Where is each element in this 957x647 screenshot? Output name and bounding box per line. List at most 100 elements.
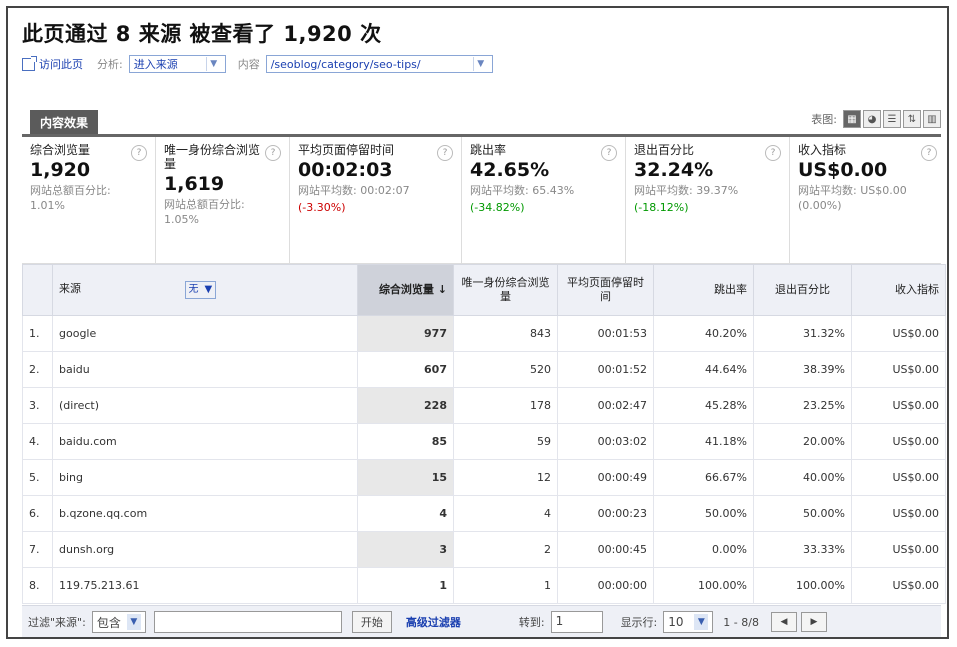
help-icon[interactable]: ? [765,145,781,161]
pageviews-cell: 4 [357,495,454,532]
table-row[interactable]: 8. 119.75.213.61 1 1 00:00:00 100.00% 100.00% U… [22,567,946,604]
filter-input[interactable] [153,611,342,633]
tab-content-performance[interactable]: 内容效果 [30,110,99,134]
filter-mode-select[interactable]: 包含 ▼ [91,611,146,633]
source-cell[interactable]: baidu [52,351,358,388]
filter-go-button[interactable]: 开始 [351,611,392,633]
source-cell[interactable]: (direct) [52,387,358,424]
metric-label: 跳出率 [470,143,507,157]
avg-time-cell: 00:03:02 [557,423,654,460]
metric-delta: (-3.30%) [298,201,346,214]
metric-sub: 网站平均数: 00:02:07 [298,184,410,197]
metric-delta: (-34.82%) [470,201,525,214]
bounce-cell: 100.00% [653,567,754,604]
metric-value: 1,920 [30,159,91,181]
table-row[interactable]: 3. (direct) 228 178 00:02:47 45.28% 23.25% US$0… [22,387,946,424]
help-icon[interactable]: ? [601,145,617,161]
report-frame: 此页通过 8 来源 被查看了 1,920 次 访问此页 分析: 进入来源 ▼ 内… [6,6,949,639]
exit-cell: 38.39% [753,351,852,388]
table-row[interactable]: 1. google 977 843 00:01:53 40.20% 31.32% US$0.0… [22,315,946,352]
avg-time-cell: 00:00:49 [557,459,654,496]
revenue-cell: US$0.00 [851,315,946,352]
pie-view-icon[interactable]: ◕ [863,110,881,128]
unique-cell: 520 [453,351,558,388]
bounce-cell: 66.67% [653,459,754,496]
content-value: /seoblog/category/seo-tips/ [270,57,421,71]
analyze-select[interactable]: 进入来源 ▼ [128,55,226,73]
pivot-view-icon[interactable]: ▥ [923,110,941,128]
pageviews-cell: 85 [357,423,454,460]
secondary-dimension-select[interactable]: 无 ▼ [184,281,217,299]
prev-page-icon[interactable]: ◀ [770,612,797,632]
goto-label: 转到: [518,616,545,629]
content-select[interactable]: /seoblog/category/seo-tips/ ▼ [265,55,493,73]
bounce-cell: 0.00% [653,531,754,568]
next-page-icon[interactable]: ▶ [800,612,827,632]
metric-sub: 网站平均数: 39.37% [634,184,739,197]
visit-page-link[interactable]: 访问此页 [39,56,83,72]
metric-pageviews: 综合浏览量 ? 1,920 网站总额百分比: 1.01% [22,137,156,263]
col-bounce[interactable]: 跳出率 [653,264,754,316]
range-text: 1 - 8/8 [723,615,759,629]
unique-cell: 4 [453,495,558,532]
chevron-down-icon: ▼ [694,614,709,630]
help-icon[interactable]: ? [437,145,453,161]
source-cell[interactable]: bing [52,459,358,496]
col-source[interactable]: 来源 无 ▼ [52,264,358,316]
filter-mode-value: 包含 [96,615,121,630]
source-cell[interactable]: google [52,315,358,352]
unique-cell: 2 [453,531,558,568]
metric-sub: 网站总额百分比: 1.05% [164,198,245,226]
col-avg-time[interactable]: 平均页面停留时间 [557,264,654,316]
metric-sub: 网站平均数: 65.43% [470,184,575,197]
avg-time-cell: 00:01:53 [557,315,654,352]
filter-label: 过滤"来源": [28,616,86,629]
bar-view-icon[interactable]: ☰ [883,110,901,128]
col-revenue[interactable]: 收入指标 [851,264,946,316]
table-footer: 过滤"来源": 包含 ▼ 开始 高级过滤器 转到: 1 显示行: 10 ▼ 1 … [22,605,941,637]
source-cell[interactable]: dunsh.org [52,531,358,568]
bounce-cell: 44.64% [653,351,754,388]
chevron-down-icon: ▼ [204,284,213,295]
table-row[interactable]: 6. b.qzone.qq.com 4 4 00:00:23 50.00% 50.00% US… [22,495,946,532]
col-exit[interactable]: 退出百分比 [753,264,852,316]
revenue-cell: US$0.00 [851,387,946,424]
col-index [22,264,53,316]
bounce-cell: 50.00% [653,495,754,532]
table-row[interactable]: 5. bing 15 12 00:00:49 66.67% 40.00% US$0.00 [22,459,946,496]
pageviews-cell: 15 [357,459,454,496]
col-pageviews[interactable]: 综合浏览量 ↓ [357,264,454,316]
table-row[interactable]: 7. dunsh.org 3 2 00:00:45 0.00% 33.33% US$0.00 [22,531,946,568]
sort-down-icon: ↓ [437,283,447,296]
compare-view-icon[interactable]: ⇅ [903,110,921,128]
analyze-label: 分析: [97,58,123,71]
avg-time-cell: 00:00:23 [557,495,654,532]
row-index: 8. [22,567,53,604]
bounce-cell: 40.20% [653,315,754,352]
secondary-dimension-value: 无 [188,284,199,295]
revenue-cell: US$0.00 [851,351,946,388]
help-icon[interactable]: ? [131,145,147,161]
table-view-icon[interactable]: ▦ [843,110,861,128]
rows-label: 显示行: [620,616,658,629]
unique-cell: 178 [453,387,558,424]
revenue-cell: US$0.00 [851,459,946,496]
metric-avg-time: 平均页面停留时间 ? 00:02:03 网站平均数: 00:02:07 (-3.… [290,137,462,263]
source-cell[interactable]: b.qzone.qq.com [52,495,358,532]
metric-revenue: 收入指标 ? US$0.00 网站平均数: US$0.00 (0.00%) [790,137,945,263]
goto-input[interactable]: 1 [550,611,603,633]
unique-cell: 1 [453,567,558,604]
source-cell[interactable]: baidu.com [52,423,358,460]
table-row[interactable]: 2. baidu 607 520 00:01:52 44.64% 38.39% US$0.00 [22,351,946,388]
help-icon[interactable]: ? [265,145,281,161]
advanced-filter-link[interactable]: 高级过滤器 [406,614,461,630]
metric-delta: (-18.12%) [634,201,689,214]
analyze-value: 进入来源 [133,58,178,71]
help-icon[interactable]: ? [921,145,937,161]
rows-select[interactable]: 10 ▼ [663,611,714,633]
col-unique[interactable]: 唯一身份综合浏览量 [453,264,558,316]
row-index: 5. [22,459,53,496]
table-row[interactable]: 4. baidu.com 85 59 00:03:02 41.18% 20.00% US$0.… [22,423,946,460]
source-cell[interactable]: 119.75.213.61 [52,567,358,604]
bounce-cell: 45.28% [653,387,754,424]
